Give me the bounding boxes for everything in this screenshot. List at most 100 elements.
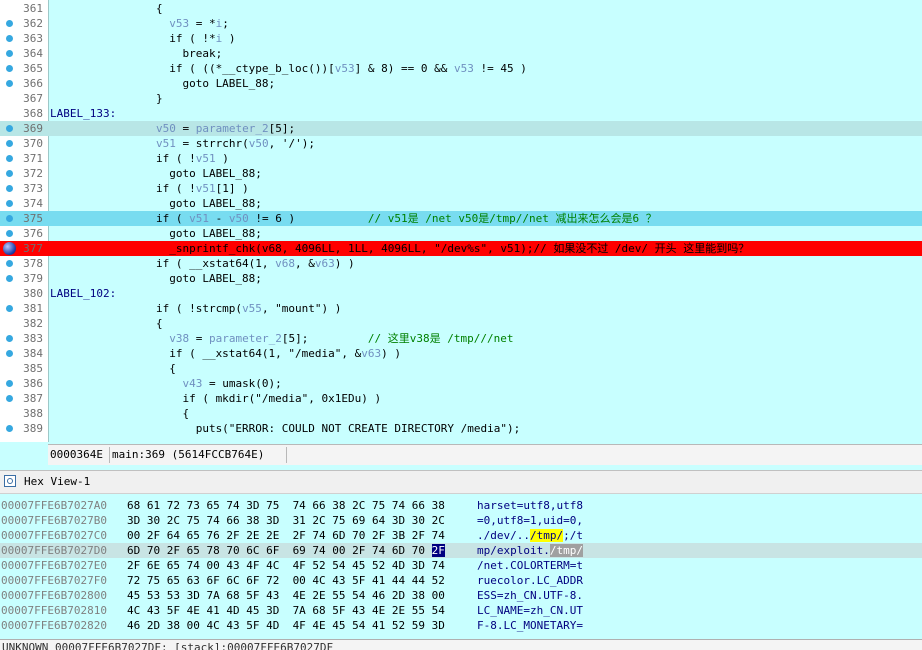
code-line-376[interactable]: 376 goto LABEL_88; [0,226,922,241]
code-text: LABEL_102: [50,286,116,301]
hex-bytes[interactable]: 72 75 65 63 6F 6C 6F 72 00 4C 43 5F 41 4… [127,573,445,588]
line-marker-icon[interactable] [6,215,13,222]
hex-ascii-segment: ./dev/.. [477,529,530,542]
code-line-381[interactable]: 381 if ( !strcmp(v55, "mount") ) [0,301,922,316]
hex-row[interactable]: 00007FFE6B702810 4C 43 5F 4E 41 4D 45 3D … [0,603,922,618]
code-token: v50 [228,212,249,225]
code-line-389[interactable]: 389 puts("ERROR: COULD NOT CREATE DIRECT… [0,421,922,436]
line-number: 374 [23,197,43,210]
hex-view-tab[interactable]: Hex View-1 [0,470,922,494]
hex-bytes[interactable]: 2F 6E 65 74 00 43 4F 4C 4F 52 54 45 52 4… [127,558,445,573]
line-marker-icon[interactable] [6,350,13,357]
hex-row[interactable]: 00007FFE6B7027D0 6D 70 2F 65 78 70 6C 6F … [0,543,922,558]
line-marker-icon[interactable] [6,80,13,87]
code-token: { [50,407,190,420]
line-number: 388 [23,407,43,420]
code-line-379[interactable]: 379 goto LABEL_88; [0,271,922,286]
hex-address: 00007FFE6B7027A0 [1,499,107,512]
code-line-378[interactable]: 378 if ( __xstat64(1, v68, &v63) ) [0,256,922,271]
code-line-361[interactable]: 361 { [0,1,922,16]
line-marker-icon[interactable] [6,35,13,42]
code-line-383[interactable]: 383 v38 = parameter_2[5]; // 这里v38是 /tmp… [0,331,922,346]
code-line-375[interactable]: 375 if ( v51 - v50 != 6 ) // v51是 /net v… [0,211,922,226]
line-marker-icon[interactable] [6,260,13,267]
hex-row[interactable]: 00007FFE6B7027E0 2F 6E 65 74 00 43 4F 4C … [0,558,922,573]
line-marker-icon[interactable] [6,65,13,72]
line-marker-icon[interactable] [6,170,13,177]
hex-bytes[interactable]: 46 2D 38 00 4C 43 5F 4D 4F 4E 45 54 41 5… [127,618,445,633]
line-marker-icon[interactable] [6,200,13,207]
code-line-384[interactable]: 384 if ( __xstat64(1, "/media", &v63) ) [0,346,922,361]
line-marker-icon[interactable] [6,230,13,237]
hex-bytes[interactable]: 4C 43 5F 4E 41 4D 45 3D 7A 68 5F 43 4E 2… [127,603,445,618]
code-line-387[interactable]: 387 if ( mkdir("/media", 0x1EDu) ) [0,391,922,406]
hex-row[interactable]: 00007FFE6B7027A0 68 61 72 73 65 74 3D 75 … [0,498,922,513]
hex-row[interactable]: 00007FFE6B7027B0 3D 30 2C 75 74 66 38 3D … [0,513,922,528]
code-line-362[interactable]: 362 v53 = *i; [0,16,922,31]
line-marker-icon[interactable] [6,140,13,147]
line-marker-icon[interactable] [6,50,13,57]
code-token: , '/'); [268,137,315,150]
hex-bytes[interactable]: 3D 30 2C 75 74 66 38 3D 31 2C 75 69 64 3… [127,513,445,528]
code-token: ) [215,152,229,165]
line-marker-icon[interactable] [6,335,13,342]
code-token: = [189,332,209,345]
hex-view[interactable]: 00007FFE6B7027A0 68 61 72 73 65 74 3D 75 … [0,497,922,637]
code-text: } [50,91,163,106]
code-token: = umask(0); [202,377,282,390]
hex-row[interactable]: 00007FFE6B7027C0 00 2F 64 65 76 2F 2E 2E … [0,528,922,543]
hex-row[interactable]: 00007FFE6B702800 45 53 53 3D 7A 68 5F 43 … [0,588,922,603]
code-line-368[interactable]: 368 LABEL_133: [0,106,922,121]
line-number: 382 [23,317,43,330]
hex-bytes[interactable]: 45 53 53 3D 7A 68 5F 43 4E 2E 55 54 46 2… [127,588,445,603]
line-number: 367 [23,92,43,105]
code-token: { [50,317,163,330]
line-number: 379 [23,272,43,285]
pseudocode-view[interactable]: 361 {362 v53 = *i; 363 if ( !*i ) 364 brea… [0,0,922,442]
code-text: v53 = *i; [50,16,229,31]
line-marker-icon[interactable] [6,125,13,132]
line-marker-icon[interactable] [6,380,13,387]
hex-row[interactable]: 00007FFE6B7027F0 72 75 65 63 6F 6C 6F 72 … [0,573,922,588]
line-marker-icon[interactable] [6,155,13,162]
line-number: 380 [23,287,43,300]
code-token: ) ) [381,347,402,360]
code-line-382[interactable]: 382 { [0,316,922,331]
hex-bytes[interactable]: 00 2F 64 65 76 2F 2E 2E 2F 74 6D 70 2F 3… [127,528,445,543]
code-line-372[interactable]: 372 goto LABEL_88; [0,166,922,181]
code-line-367[interactable]: 367 } [0,91,922,106]
code-line-365[interactable]: 365 if ( ((*__ctype_b_loc())[v53] & 8) =… [0,61,922,76]
code-line-369[interactable]: 369 v50 = parameter_2[5]; [0,121,922,136]
code-line-363[interactable]: 363 if ( !*i ) [0,31,922,46]
code-token: parameter_2 [208,332,282,345]
code-token: goto LABEL_88; [50,167,262,180]
line-number: 362 [23,17,43,30]
line-marker-icon[interactable] [6,305,13,312]
line-marker-icon[interactable] [6,275,13,282]
code-line-370[interactable]: 370 v51 = strrchr(v50, '/'); [0,136,922,151]
code-line-364[interactable]: 364 break; [0,46,922,61]
code-line-371[interactable]: 371 if ( !v51 ) [0,151,922,166]
code-line-385[interactable]: 385 { [0,361,922,376]
line-marker-icon[interactable] [6,20,13,27]
hex-bytes[interactable]: 6D 70 2F 65 78 70 6C 6F 69 74 00 2F 74 6… [127,543,445,558]
line-marker-icon[interactable] [6,425,13,432]
code-line-380[interactable]: 380 LABEL_102: [0,286,922,301]
hex-address: 00007FFE6B702820 [1,619,107,632]
code-line-373[interactable]: 373 if ( !v51[1] ) [0,181,922,196]
code-line-377[interactable]: 377 _snprintf_chk(v68, 4096LL, 1LL, 4096… [0,241,922,256]
code-line-386[interactable]: 386 v43 = umask(0); [0,376,922,391]
code-text: v43 = umask(0); [50,376,282,391]
line-number: 372 [23,167,43,180]
code-token: goto LABEL_88; [50,77,276,90]
code-line-366[interactable]: 366 goto LABEL_88; [0,76,922,91]
hex-bytes[interactable]: 68 61 72 73 65 74 3D 75 74 66 38 2C 75 7… [127,498,445,513]
code-text: if ( mkdir("/media", 0x1EDu) ) [50,391,381,406]
breakpoint-icon[interactable] [3,242,16,255]
line-marker-icon[interactable] [6,185,13,192]
code-line-374[interactable]: 374 goto LABEL_88; [0,196,922,211]
code-token: [5]; [268,122,296,135]
code-line-388[interactable]: 388 { [0,406,922,421]
hex-row[interactable]: 00007FFE6B702820 46 2D 38 00 4C 43 5F 4D … [0,618,922,633]
line-marker-icon[interactable] [6,395,13,402]
